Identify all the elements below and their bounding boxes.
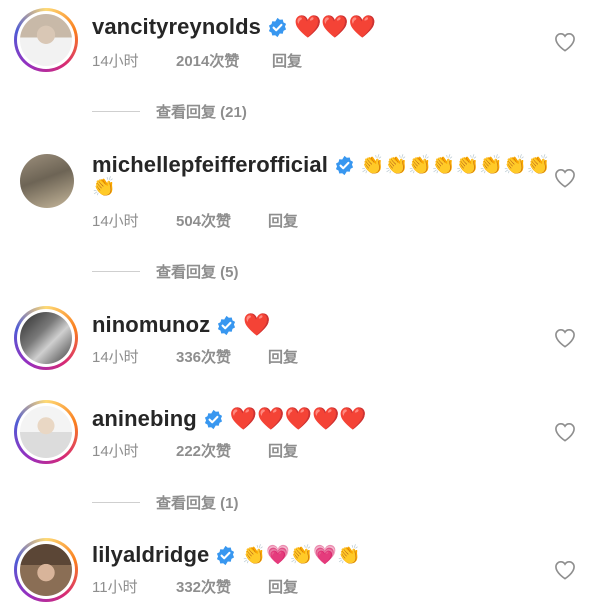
comment-timestamp: 14小时 (92, 53, 139, 70)
reply-button[interactable]: 回复 (268, 346, 298, 367)
view-replies-label: 查看回复 (1) (156, 495, 239, 512)
avatar[interactable] (14, 400, 78, 464)
clap-emoji: 👏 (360, 154, 385, 176)
username[interactable]: ninomunoz (92, 312, 210, 338)
verified-badge-icon (204, 409, 222, 429)
comment-text-emojis: ❤️ (243, 314, 270, 336)
heart-emoji: ❤️ (243, 312, 271, 337)
comment-timestamp: 14小时 (92, 443, 139, 460)
username[interactable]: michellepfeifferofficial (92, 152, 328, 178)
comment-text-emojis: 👏 💗 👏 💗 👏 (242, 546, 360, 565)
avatar[interactable] (14, 538, 78, 602)
like-count[interactable]: 2014次赞 (176, 50, 272, 71)
clap-emoji: 👏 (479, 154, 503, 176)
comment-text-emojis: ❤️ ❤️ ❤️ (294, 16, 376, 38)
clap-emoji: 👏 (431, 154, 456, 176)
comment-michellepfeifferofficial: michellepfeifferofficial 👏 👏 👏 👏 👏 👏 👏 👏… (0, 140, 600, 300)
heart-emoji: ❤️ (294, 14, 322, 39)
comment-lilyaldridge: lilyaldridge 👏 💗 👏 💗 👏 11小时 332次赞 回复 (0, 532, 600, 616)
comment-ninomunoz: ninomunoz ❤️ 14小时 336次赞 回复 (0, 300, 600, 390)
like-count[interactable]: 222次赞 (176, 440, 268, 461)
verified-badge-icon (268, 17, 287, 37)
heart-outline-icon[interactable] (554, 168, 576, 188)
clap-emoji: 👏 (337, 544, 361, 566)
view-replies-button[interactable]: 查看回复 (1) (92, 492, 239, 513)
clap-emoji: 👏 (92, 177, 116, 198)
clap-emoji: 👏 (289, 544, 314, 566)
heart-emoji: ❤️ (321, 14, 349, 39)
like-count[interactable]: 332次赞 (176, 576, 268, 597)
verified-badge-icon (335, 155, 353, 175)
view-replies-button[interactable]: 查看回复 (5) (92, 261, 239, 282)
comment-aninebing: aninebing ❤️ ❤️ ❤️ ❤️ ❤️ 14小时 222次赞 回复 查… (0, 394, 600, 524)
comment-timestamp: 11小时 (92, 579, 138, 596)
heart-outline-icon[interactable] (554, 32, 576, 52)
reply-button[interactable]: 回复 (268, 576, 298, 597)
clap-emoji: 👏 (502, 154, 527, 176)
heart-emoji: ❤️ (348, 14, 377, 39)
view-replies-label: 查看回复 (21) (156, 104, 247, 121)
clap-emoji: 👏 (526, 154, 551, 176)
comment-vancityreynolds: vancityreynolds ❤️ ❤️ ❤️ 14小时 2014次赞 回复 … (0, 0, 600, 140)
comment-text-emojis: ❤️ ❤️ ❤️ ❤️ ❤️ (230, 408, 367, 430)
heart-emoji: ❤️ (229, 406, 258, 431)
comment-text-emojis: 👏 👏 👏 👏 👏 👏 👏 👏 (361, 156, 550, 175)
avatar[interactable] (14, 8, 78, 72)
comment-text-continued: 👏 (92, 178, 116, 197)
username[interactable]: vancityreynolds (92, 14, 261, 40)
replies-divider-line (92, 111, 140, 112)
comment-timestamp: 14小时 (92, 213, 139, 230)
heart-outline-icon[interactable] (554, 560, 576, 580)
verified-badge-icon (217, 545, 235, 565)
clap-emoji: 👏 (384, 154, 409, 176)
replies-divider-line (92, 502, 140, 503)
clap-emoji: 👏 (408, 154, 432, 176)
like-count[interactable]: 336次赞 (176, 346, 268, 367)
username[interactable]: lilyaldridge (92, 542, 209, 568)
replies-divider-line (92, 271, 140, 272)
reply-button[interactable]: 回复 (272, 50, 302, 71)
verified-badge-icon (218, 315, 236, 335)
view-replies-button[interactable]: 查看回复 (21) (92, 101, 247, 122)
heart-outline-icon[interactable] (554, 422, 576, 442)
like-count[interactable]: 504次赞 (176, 210, 268, 231)
comment-timestamp: 14小时 (92, 349, 139, 366)
reply-button[interactable]: 回复 (268, 210, 298, 231)
heart-emoji: ❤️ (339, 406, 367, 431)
avatar[interactable] (20, 154, 74, 208)
heart-emoji: ❤️ (312, 406, 340, 431)
heart-emoji: ❤️ (284, 406, 313, 431)
view-replies-label: 查看回复 (5) (156, 264, 239, 281)
username[interactable]: aninebing (92, 406, 197, 432)
clap-emoji: 👏 (242, 544, 267, 566)
pink-heart-emoji: 💗 (266, 544, 290, 566)
reply-button[interactable]: 回复 (268, 440, 298, 461)
heart-emoji: ❤️ (257, 406, 285, 431)
avatar[interactable] (14, 306, 78, 370)
clap-emoji: 👏 (455, 154, 480, 176)
heart-outline-icon[interactable] (554, 328, 576, 348)
pink-heart-emoji: 💗 (313, 544, 338, 566)
